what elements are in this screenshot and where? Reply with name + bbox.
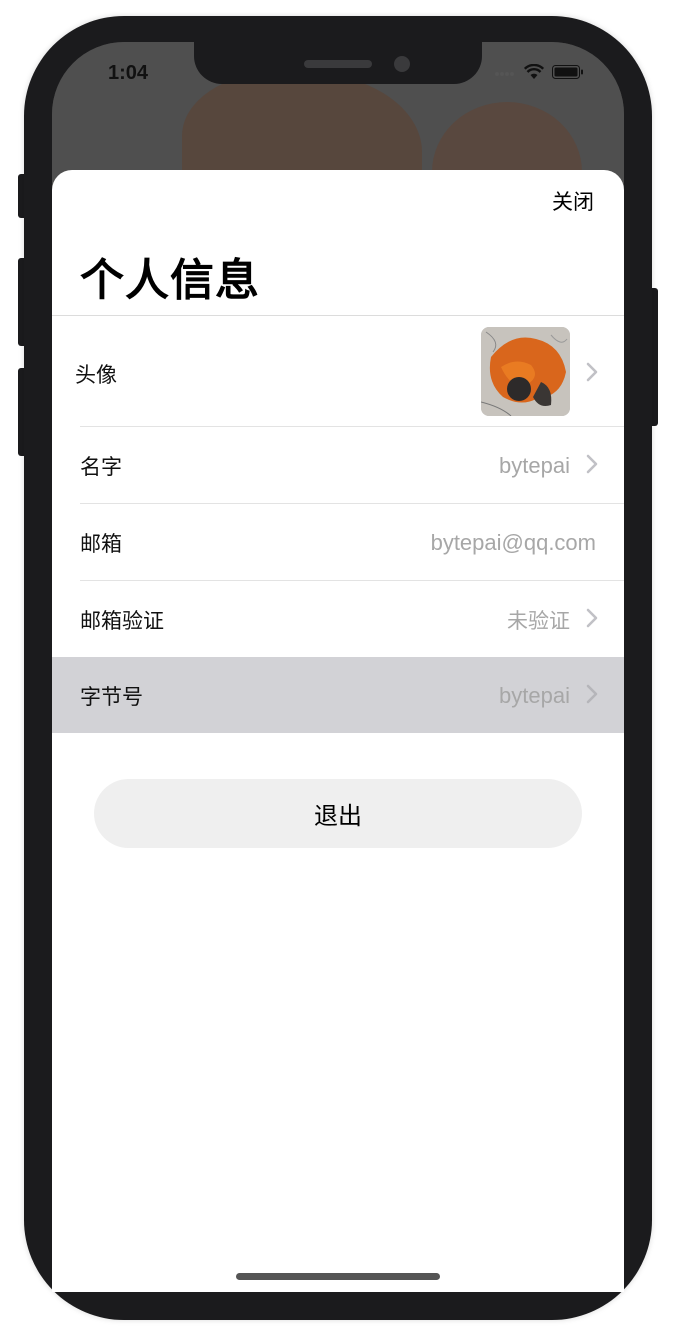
speaker — [304, 60, 372, 68]
wifi-icon — [524, 64, 544, 79]
close-button[interactable]: 关闭 — [552, 186, 594, 216]
profile-sheet: 关闭 个人信息 头像 名字 bytepai 邮箱 bytepai@qq.com … — [52, 170, 624, 1292]
logout-button[interactable]: 退出 — [94, 779, 582, 848]
row-name[interactable]: 名字 bytepai — [52, 427, 624, 504]
home-indicator[interactable] — [236, 1273, 440, 1280]
row-value: 未验证 — [507, 609, 570, 633]
row-label: 邮箱验证 — [80, 609, 164, 633]
row-label: 邮箱 — [80, 532, 122, 556]
divider — [52, 315, 624, 316]
row-email-verification[interactable]: 邮箱验证 未验证 — [52, 581, 624, 657]
signal-icon — [495, 72, 514, 76]
battery-icon — [552, 65, 583, 79]
status-time: 1:04 — [108, 62, 149, 84]
row-bytedance-id[interactable]: 字节号 bytepai — [52, 657, 624, 733]
page-title: 个人信息 — [80, 255, 260, 306]
chevron-right-icon — [586, 362, 598, 382]
chevron-right-icon — [586, 608, 598, 628]
status-icons — [494, 64, 584, 80]
row-value: bytepai — [499, 453, 570, 478]
chevron-right-icon — [586, 454, 598, 474]
avatar — [481, 327, 570, 416]
row-value: bytepai@qq.com — [430, 530, 596, 555]
front-camera — [394, 56, 410, 72]
row-label: 头像 — [75, 363, 117, 387]
row-email[interactable]: 邮箱 bytepai@qq.com — [52, 504, 624, 581]
row-label: 名字 — [80, 455, 122, 479]
notch — [194, 40, 482, 84]
row-value: bytepai — [499, 683, 570, 708]
row-label: 字节号 — [80, 685, 143, 709]
chevron-right-icon — [586, 684, 598, 704]
row-avatar[interactable]: 头像 — [52, 317, 624, 427]
